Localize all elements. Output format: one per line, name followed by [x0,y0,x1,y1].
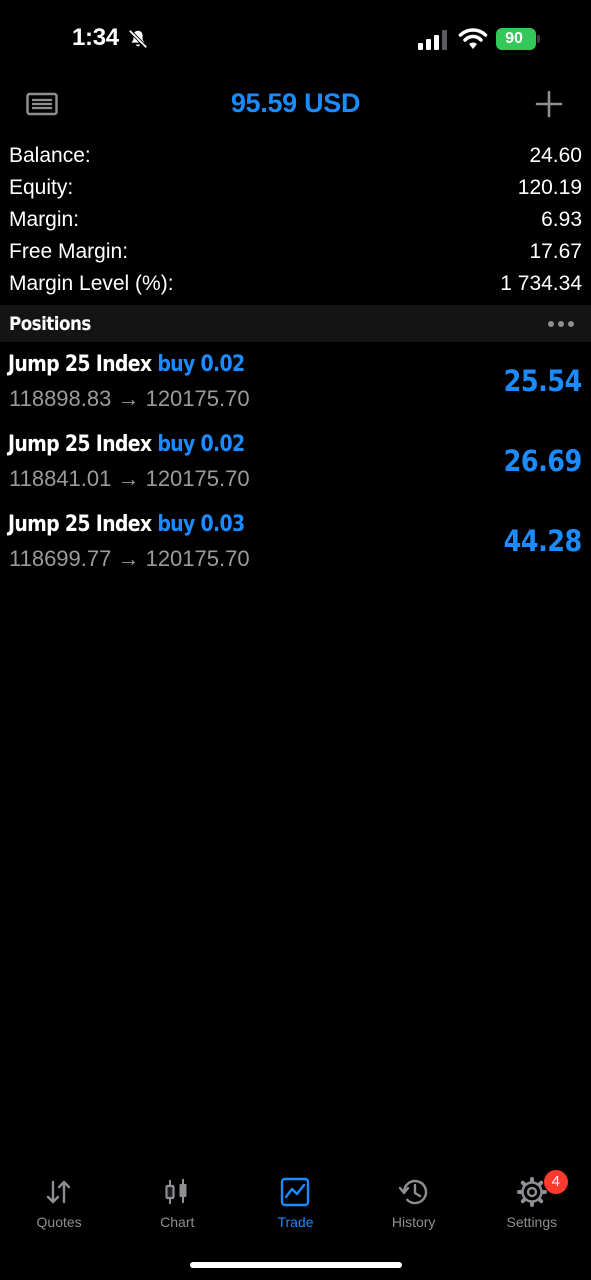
summary-row-margin: Margin: 6.93 [0,204,591,236]
position-row[interactable]: Jump 25 Index buy 0.02 118841.01 → 12017… [0,422,591,502]
summary-value: 1 734.34 [500,272,582,295]
trade-header: 95.59 USD [0,80,591,130]
trade-icon [281,1177,310,1207]
position-profit: 26.69 [503,444,583,478]
summary-row-equity: Equity: 120.19 [0,172,591,204]
summary-label: Balance: [9,144,91,167]
more-options-icon[interactable] [548,320,574,327]
positions-list: Jump 25 Index buy 0.02 118898.83 → 12017… [0,342,591,582]
cellular-signal-icon [418,30,447,50]
position-prices: 118699.77 → 120175.70 [9,546,250,571]
position-profit: 44.28 [503,524,583,558]
summary-value: 6.93 [541,208,582,231]
history-icon [398,1179,427,1205]
wifi-icon [458,28,488,49]
status-time: 1:34 [72,24,119,51]
tab-history[interactable]: History [355,1170,473,1240]
battery-level: 90 [505,30,523,47]
position-symbol: Jump 25 Index [8,352,152,377]
position-symbol: Jump 25 Index [8,432,152,457]
summary-label: Equity: [9,176,74,199]
position-side-volume: buy 0.02 [157,352,245,377]
quotes-icon [46,1180,71,1204]
position-profit: 25.54 [503,364,583,398]
account-summary: Balance: 24.60 Equity: 120.19 Margin: 6.… [0,140,591,300]
positions-title: Positions [9,312,91,335]
battery-indicator: 90 [496,28,540,50]
summary-label: Margin Level (%): [9,272,174,295]
new-order-plus-icon[interactable] [535,90,563,118]
status-bar: 1:34 90 [0,0,591,80]
summary-value: 120.19 [517,176,582,199]
summary-label: Free Margin: [9,240,129,263]
summary-value: 24.60 [529,144,582,167]
chart-icon [165,1179,187,1204]
bottom-tab-bar: Quotes Chart Trade History Settings 4 [0,1170,591,1240]
bell-slash-icon [128,29,148,49]
summary-label: Margin: [9,208,80,231]
summary-row-free-margin: Free Margin: 17.67 [0,236,591,268]
summary-value: 17.67 [529,240,582,263]
summary-row-balance: Balance: 24.60 [0,140,591,172]
account-balance-title: 95.59 USD [230,88,361,118]
position-row[interactable]: Jump 25 Index buy 0.02 118898.83 → 12017… [0,342,591,422]
tab-trade[interactable]: Trade [236,1170,354,1240]
summary-row-margin-level: Margin Level (%): 1 734.34 [0,268,591,300]
position-row[interactable]: Jump 25 Index buy 0.03 118699.77 → 12017… [0,502,591,582]
tab-quotes[interactable]: Quotes [0,1170,118,1240]
position-prices: 118841.01 → 120175.70 [9,466,250,491]
tab-label: Quotes [36,1214,82,1230]
tab-label: Chart [160,1214,195,1230]
settings-badge: 4 [543,1170,568,1194]
tab-label: History [391,1214,436,1230]
position-side-volume: buy 0.03 [157,512,245,537]
tab-label: Settings [506,1214,558,1230]
position-symbol: Jump 25 Index [8,512,152,537]
tab-settings[interactable]: Settings 4 [473,1170,591,1240]
position-prices: 118898.83 → 120175.70 [9,386,250,411]
positions-section-header: Positions [0,305,591,342]
position-side-volume: buy 0.02 [157,432,245,457]
tab-label: Trade [277,1214,314,1230]
tab-chart[interactable]: Chart [118,1170,236,1240]
home-indicator [190,1262,402,1268]
